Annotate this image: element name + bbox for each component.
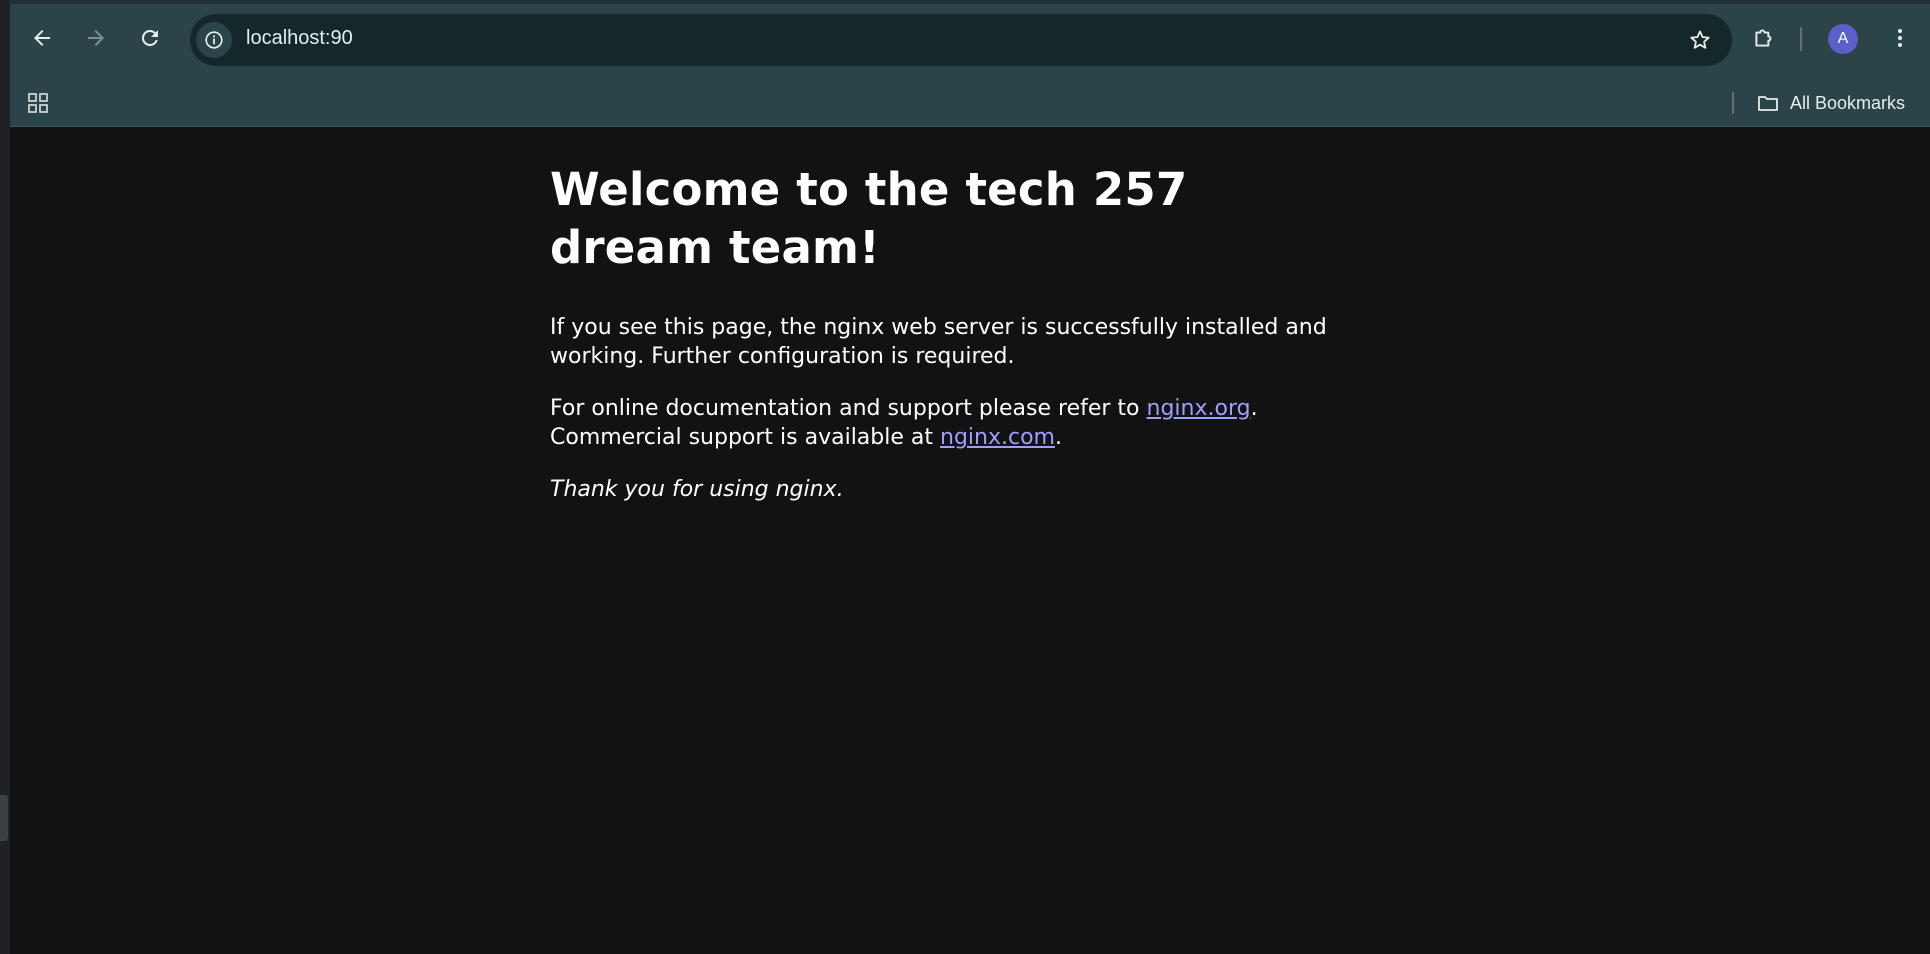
docs-period: .: [1250, 396, 1258, 421]
thanks-paragraph: Thank you for using nginx.: [550, 475, 1340, 504]
nginx-welcome: Welcome to the tech 257 dream team! If y…: [550, 161, 1340, 504]
docs-text: For online documentation and support ple…: [550, 396, 1147, 421]
profile-initial: A: [1837, 30, 1849, 47]
all-bookmarks-label: All Bookmarks: [1790, 92, 1906, 113]
extensions-button[interactable]: [1746, 20, 1782, 56]
scroll-handle[interactable]: [0, 795, 8, 841]
intro-paragraph: If you see this page, the nginx web serv…: [550, 315, 1327, 369]
more-vertical-icon: [1898, 29, 1902, 47]
toolbar-divider: [1800, 27, 1802, 51]
puzzle-icon: [1755, 29, 1772, 47]
star-icon: [1690, 30, 1710, 49]
back-button[interactable]: [24, 20, 60, 56]
bookmark-star-button[interactable]: [1686, 26, 1714, 54]
info-icon: [205, 31, 223, 49]
bookmarks-divider: [1732, 92, 1734, 114]
apps-grid-icon: [28, 93, 48, 113]
address-bar[interactable]: localhost:90: [190, 14, 1732, 66]
nginx-com-link[interactable]: nginx.com: [940, 425, 1055, 450]
all-bookmarks-button[interactable]: All Bookmarks: [1756, 87, 1905, 119]
profile-avatar[interactable]: A: [1828, 24, 1858, 54]
reload-button[interactable]: [132, 20, 168, 56]
browser-menu-button[interactable]: [1882, 20, 1918, 56]
thanks-text: Thank you for using nginx.: [550, 477, 844, 502]
commercial-period: .: [1054, 425, 1062, 450]
folder-icon: [1758, 96, 1778, 111]
bookmarks-bar: All Bookmarks: [10, 79, 1930, 127]
arrow-right-icon: [88, 30, 104, 46]
page-title: Welcome to the tech 257 dream team!: [550, 163, 1188, 274]
support-paragraph: For online documentation and support ple…: [550, 394, 1340, 452]
apps-button[interactable]: [24, 89, 52, 117]
page-content: Welcome to the tech 257 dream team! If y…: [10, 127, 1930, 954]
nginx-org-link[interactable]: nginx.org: [1147, 396, 1251, 421]
browser-toolbar: localhost:90 A: [10, 0, 1930, 79]
commercial-text: Commercial support is available at: [550, 425, 940, 450]
tab-strip-edge: [10, 0, 1930, 4]
left-window-edge: [0, 0, 10, 954]
site-info-button[interactable]: [196, 22, 232, 58]
reload-icon: [141, 29, 158, 46]
arrow-left-icon: [34, 30, 50, 46]
browser-window: localhost:90 A All Bookmarks Welcome to …: [10, 0, 1930, 954]
url-text[interactable]: localhost:90: [246, 27, 353, 50]
forward-button[interactable]: [78, 20, 114, 56]
